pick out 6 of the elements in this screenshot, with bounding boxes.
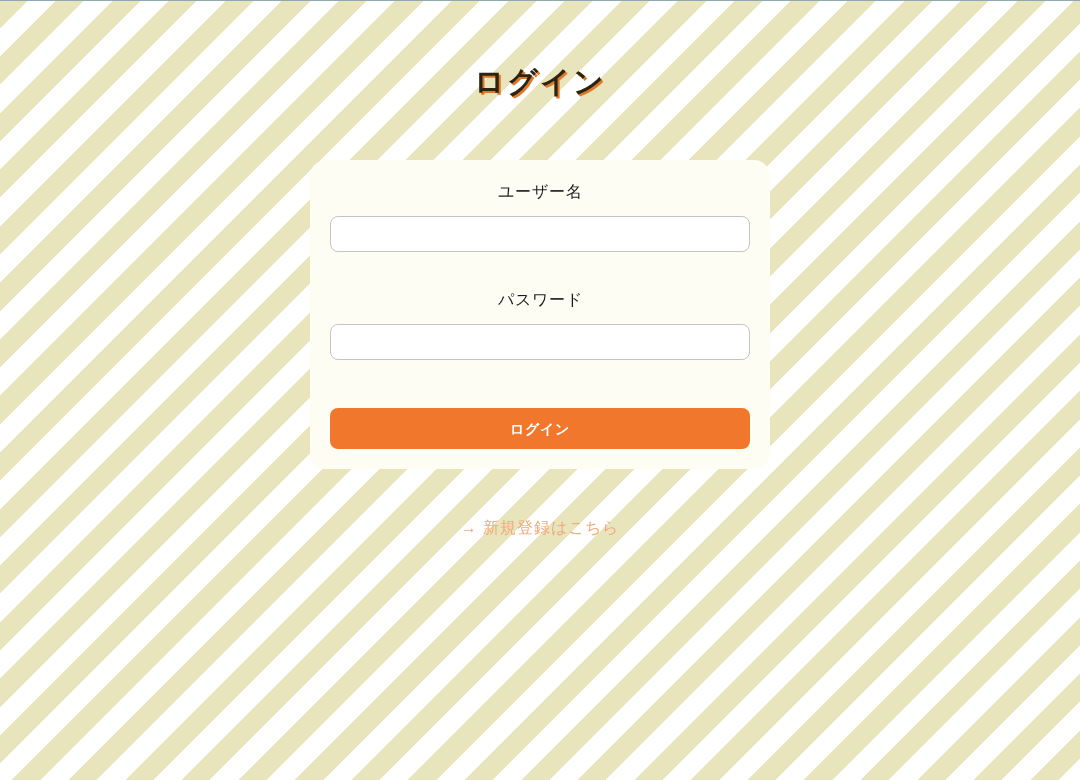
field-label: パスワード <box>497 290 583 310</box>
login-button[interactable]: ログイン <box>330 408 750 449</box>
input-field[interactable] <box>330 216 750 252</box>
input-field[interactable] <box>330 324 750 360</box>
field-label: ユーザー名 <box>497 182 583 202</box>
page-title: ログイン <box>474 64 606 100</box>
